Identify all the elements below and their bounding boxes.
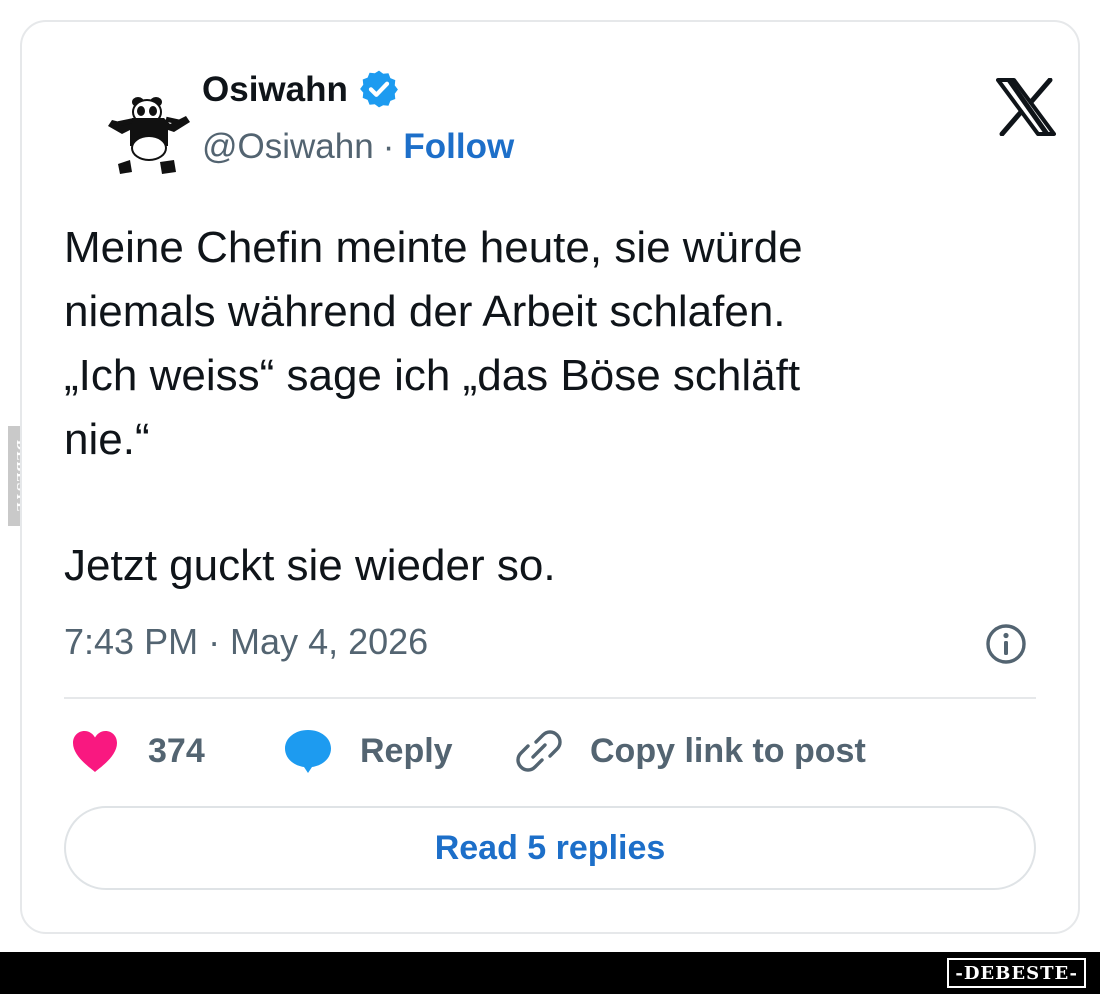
tweet-text-line: Meine Chefin meinte heute, sie würde xyxy=(64,223,803,272)
link-icon xyxy=(516,730,562,772)
author-name[interactable]: Osiwahn xyxy=(202,72,348,107)
author-handle[interactable]: @Osiwahn xyxy=(202,129,374,164)
tweet-text-line: niemals während der Arbeit schlafen. xyxy=(64,287,786,336)
bottom-watermark-bar: -DEBESTE- xyxy=(0,952,1100,994)
tweet-timestamp[interactable]: 7:43 PM · May 4, 2026 xyxy=(64,620,428,664)
reply-button[interactable]: Reply xyxy=(282,720,453,782)
tweet-actions: 374 Reply Copy link to post xyxy=(64,720,1036,782)
copy-link-button[interactable]: Copy link to post xyxy=(514,720,866,782)
copy-link-label: Copy link to post xyxy=(590,732,866,770)
panda-avatar[interactable] xyxy=(104,90,194,190)
tweet-text: Meine Chefin meinte heute, sie würde nie… xyxy=(64,216,1024,598)
heart-icon xyxy=(73,731,117,772)
x-logo-icon[interactable] xyxy=(996,78,1056,136)
page: DEBESTE Osiwahn @Osiwahn xyxy=(0,0,1100,994)
bottom-watermark-logo: -DEBESTE- xyxy=(947,958,1086,988)
tweet-text-line: Jetzt guckt sie wieder so. xyxy=(64,541,556,590)
speech-bubble-icon xyxy=(285,730,331,773)
handle-separator: · xyxy=(382,126,395,166)
tweet-text-line: „Ich weiss“ sage ich „das Böse schläft xyxy=(64,351,801,400)
read-replies-button[interactable]: Read 5 replies xyxy=(64,806,1036,890)
reply-label: Reply xyxy=(360,732,453,770)
divider xyxy=(64,697,1036,699)
handle-row: @Osiwahn · Follow xyxy=(202,124,514,168)
tweet-text-line: nie.“ xyxy=(64,415,150,464)
info-icon[interactable] xyxy=(984,622,1028,666)
follow-link[interactable]: Follow xyxy=(403,129,514,164)
like-count: 374 xyxy=(148,732,205,770)
author-row: Osiwahn xyxy=(202,64,400,114)
verified-badge-icon xyxy=(359,70,398,108)
like-button[interactable]: 374 xyxy=(70,720,205,782)
